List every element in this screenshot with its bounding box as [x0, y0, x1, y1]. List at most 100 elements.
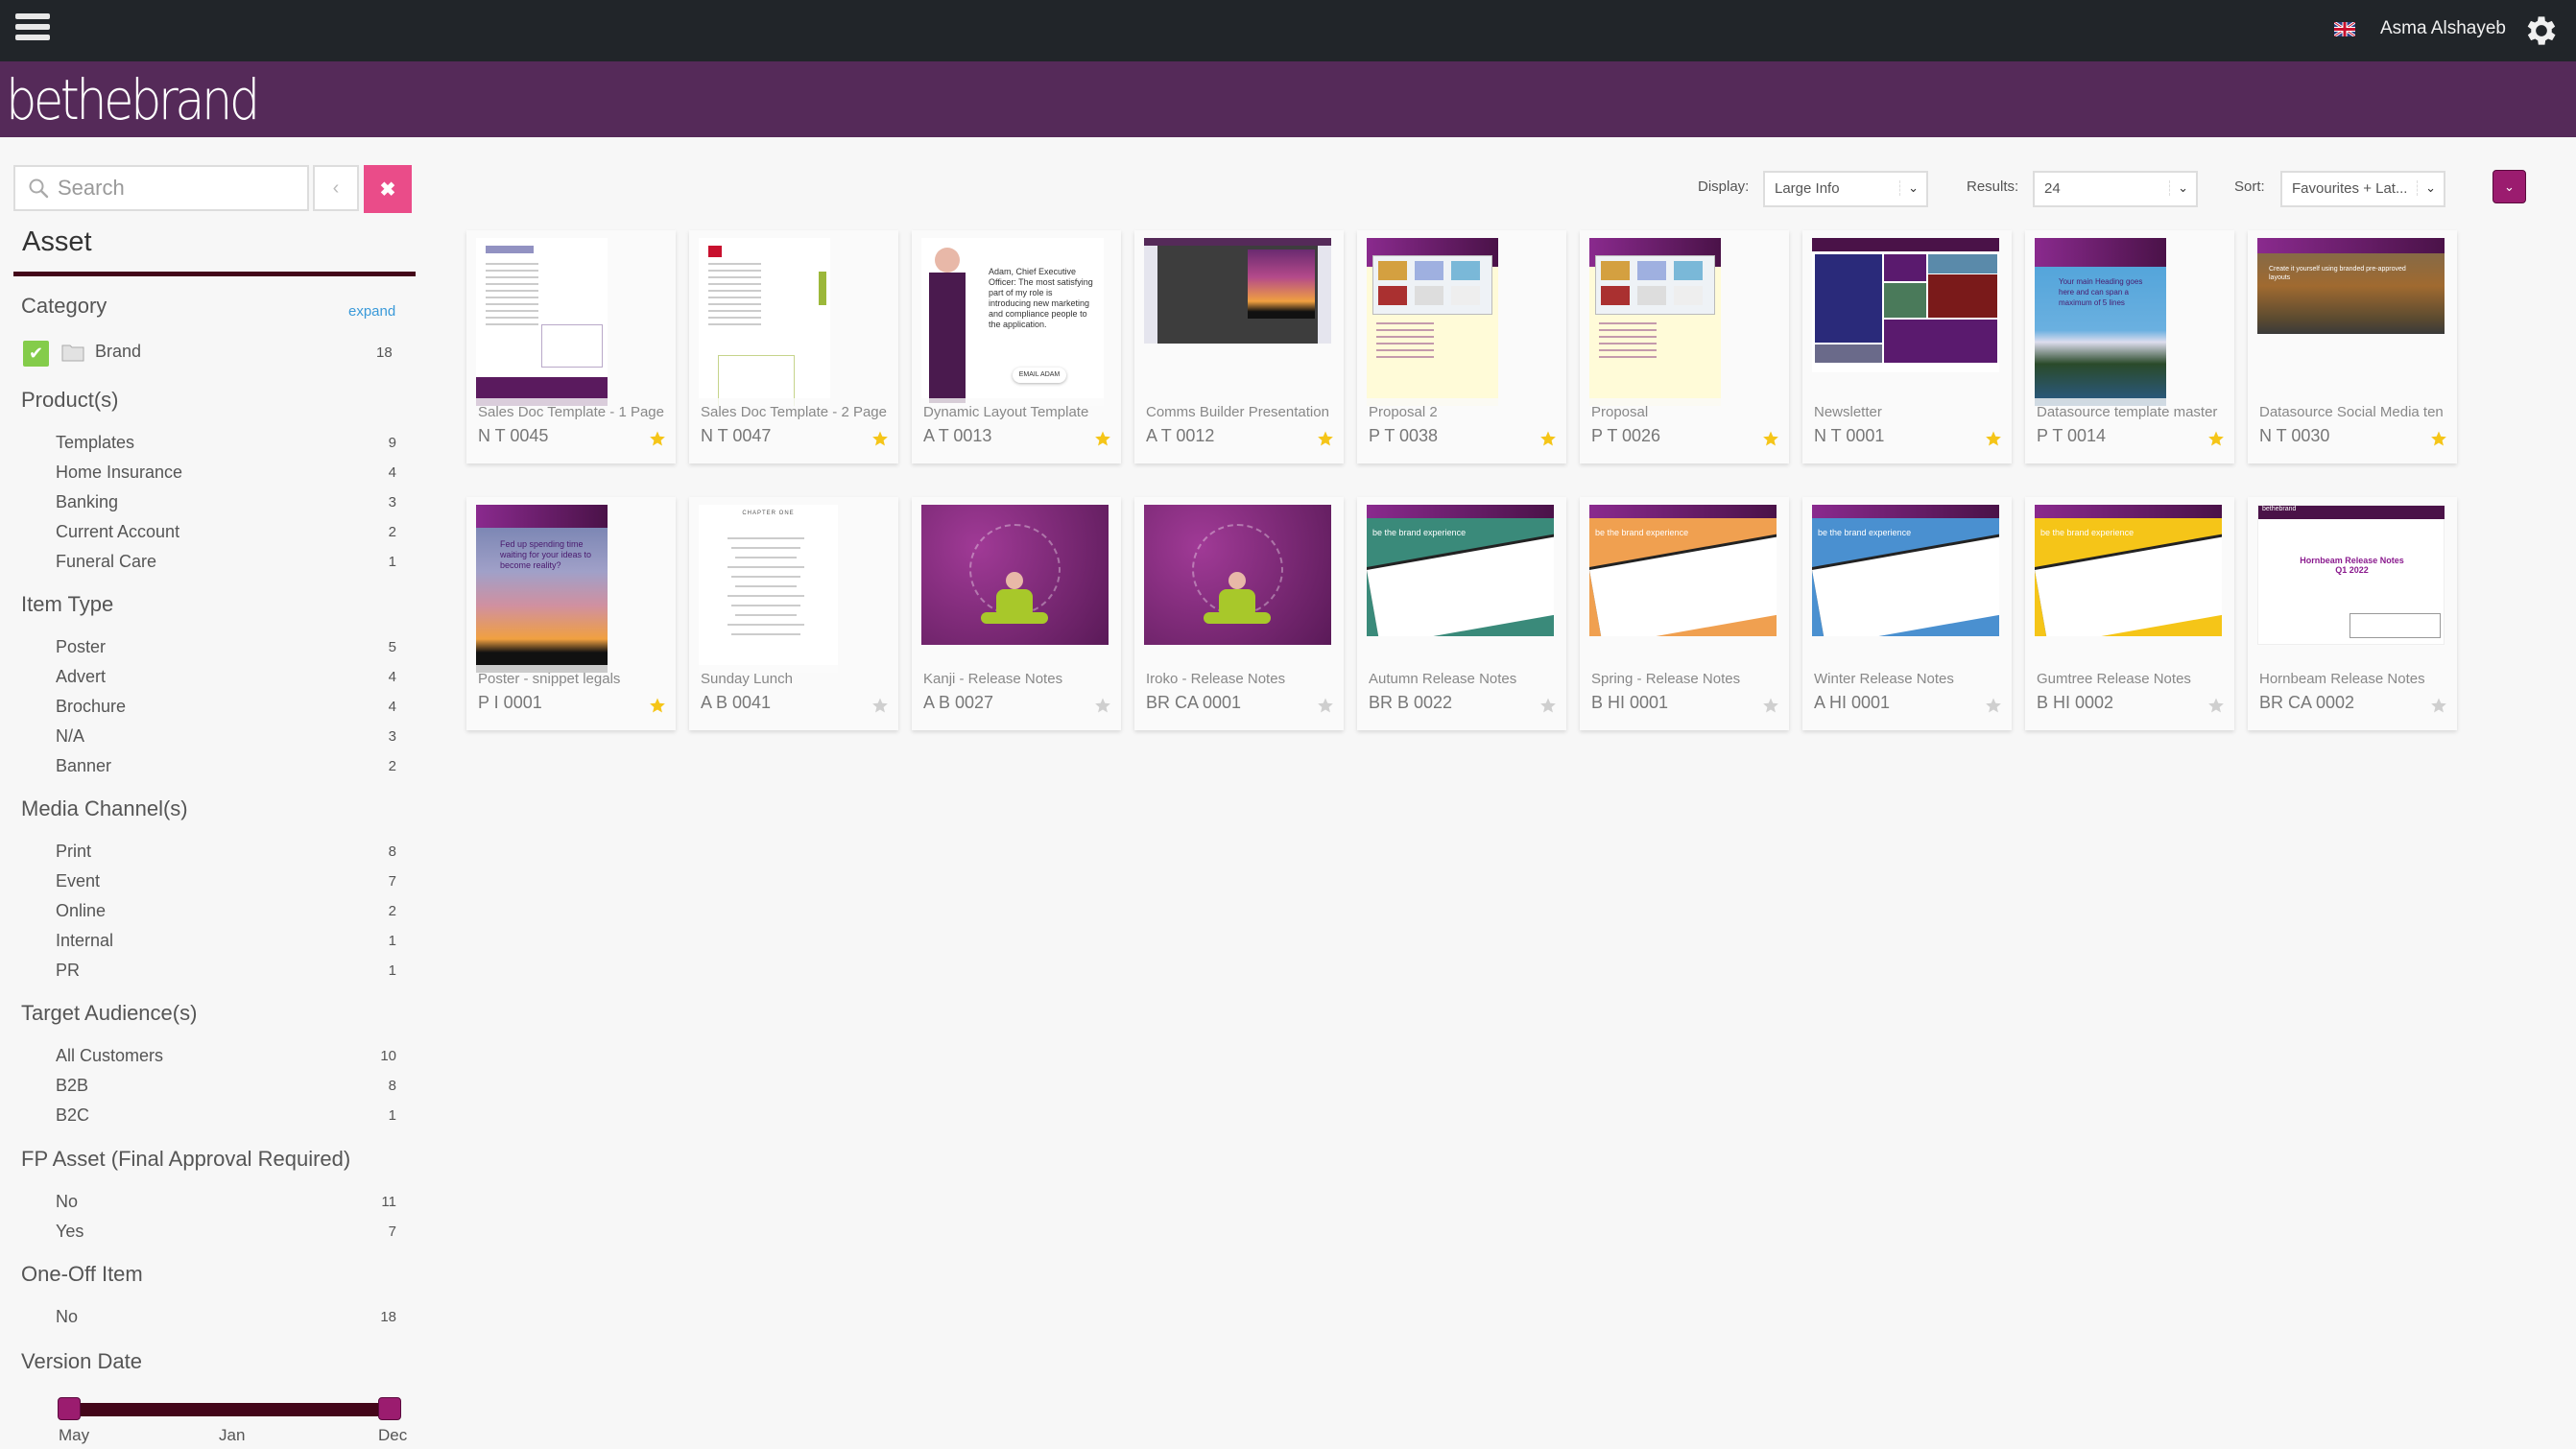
- asset-card[interactable]: Proposal 2 P T 0038: [1357, 230, 1566, 463]
- search-input[interactable]: [58, 173, 298, 203]
- star-filled-icon[interactable]: [1762, 430, 1779, 447]
- search-field[interactable]: [13, 165, 309, 211]
- asset-card[interactable]: bethebrand Hornbeam Release Notes Q1 2022…: [2248, 497, 2457, 730]
- user-name[interactable]: Asma Alshayeb: [2380, 18, 2506, 39]
- star-filled-icon[interactable]: [1985, 430, 2002, 447]
- asset-thumbnail[interactable]: Your main Heading goes here and can span…: [2035, 238, 2166, 406]
- asset-card[interactable]: Newsletter N T 0001: [1802, 230, 2012, 463]
- facet-item[interactable]: B2C 1: [56, 1105, 396, 1126]
- uk-flag-icon[interactable]: [2334, 22, 2355, 36]
- brand-checkbox[interactable]: ✔: [23, 341, 49, 367]
- asset-card[interactable]: be the brand experience Winter Release N…: [1802, 497, 2012, 730]
- facet-item[interactable]: Event 7: [56, 871, 396, 891]
- facet-item[interactable]: Online 2: [56, 901, 396, 921]
- display-select[interactable]: Large Info ⌄: [1763, 171, 1928, 207]
- facet-item[interactable]: Home Insurance 4: [56, 463, 396, 483]
- star-filled-icon[interactable]: [1539, 430, 1557, 447]
- star-outline-icon[interactable]: [1094, 697, 1111, 714]
- asset-card[interactable]: Sales Doc Template - 1 Page N T 0045: [466, 230, 676, 463]
- asset-card[interactable]: Iroko - Release Notes BR CA 0001: [1134, 497, 1344, 730]
- asset-thumbnail[interactable]: [476, 238, 608, 406]
- facet-item[interactable]: All Customers 10: [56, 1046, 396, 1066]
- star-filled-icon[interactable]: [1317, 430, 1334, 447]
- asset-thumbnail[interactable]: [921, 505, 1109, 645]
- star-outline-icon[interactable]: [2207, 697, 2225, 714]
- collapse-sidebar-button[interactable]: ‹: [313, 165, 359, 211]
- asset-thumbnail[interactable]: [1812, 238, 1999, 372]
- asset-code: P T 0026: [1591, 426, 1661, 445]
- facet-item[interactable]: Print 8: [56, 842, 396, 862]
- asset-card[interactable]: Fed up spending time waiting for your id…: [466, 497, 676, 730]
- asset-thumbnail[interactable]: be the brand experience: [1812, 505, 1999, 636]
- asset-card[interactable]: be the brand experience Spring - Release…: [1580, 497, 1789, 730]
- asset-card[interactable]: Your main Heading goes here and can span…: [2025, 230, 2234, 463]
- facet-item[interactable]: PR 1: [56, 961, 396, 981]
- asset-thumbnail[interactable]: be the brand experience: [1589, 505, 1777, 636]
- facet-item[interactable]: Poster 5: [56, 637, 396, 657]
- results-select[interactable]: 24 ⌄: [2033, 171, 2198, 207]
- asset-card[interactable]: CHAPTER ONE Sunday Lunch A B 0041: [689, 497, 898, 730]
- star-filled-icon[interactable]: [2430, 430, 2447, 447]
- star-filled-icon[interactable]: [649, 697, 666, 714]
- star-outline-icon[interactable]: [1985, 697, 2002, 714]
- asset-card[interactable]: Adam, Chief Executive Officer: The most …: [912, 230, 1121, 463]
- asset-thumbnail[interactable]: [1367, 238, 1498, 406]
- asset-thumbnail[interactable]: [1589, 238, 1721, 406]
- asset-thumbnail[interactable]: [1144, 238, 1331, 344]
- asset-card[interactable]: Kanji - Release Notes A B 0027: [912, 497, 1121, 730]
- asset-thumbnail[interactable]: CHAPTER ONE: [699, 505, 838, 673]
- asset-card[interactable]: be the brand experience Gumtree Release …: [2025, 497, 2234, 730]
- star-filled-icon[interactable]: [1094, 430, 1111, 447]
- brand-header: [0, 61, 2576, 137]
- asset-card[interactable]: Sales Doc Template - 2 Page N T 0047: [689, 230, 898, 463]
- facet-item[interactable]: Advert 4: [56, 667, 396, 687]
- asset-thumbnail[interactable]: Create it yourself using branded pre-app…: [2257, 238, 2445, 334]
- brand-logo[interactable]: bethebrand: [6, 67, 260, 132]
- asset-heading: Asset: [22, 226, 92, 257]
- slider-handle-end[interactable]: [378, 1397, 401, 1420]
- expand-category-link[interactable]: expand: [348, 303, 395, 320]
- slider-handle-start[interactable]: [58, 1397, 81, 1420]
- star-outline-icon[interactable]: [1317, 697, 1334, 714]
- asset-thumbnail[interactable]: [699, 238, 830, 406]
- facet-item[interactable]: B2B 8: [56, 1076, 396, 1096]
- facet-item[interactable]: Internal 1: [56, 931, 396, 951]
- facet-item[interactable]: No 18: [56, 1307, 396, 1327]
- star-filled-icon[interactable]: [871, 430, 889, 447]
- sort-select[interactable]: Favourites + Lat... ⌄: [2280, 171, 2445, 207]
- asset-code: B HI 0002: [2037, 693, 2114, 712]
- asset-card[interactable]: Proposal P T 0026: [1580, 230, 1789, 463]
- facet-item[interactable]: Banking 3: [56, 492, 396, 512]
- asset-thumbnail[interactable]: bethebrand Hornbeam Release Notes Q1 2022: [2257, 505, 2445, 645]
- version-date-slider[interactable]: [67, 1403, 399, 1416]
- facet-item[interactable]: Yes 7: [56, 1222, 396, 1242]
- star-outline-icon[interactable]: [871, 697, 889, 714]
- asset-thumbnail[interactable]: be the brand experience: [1367, 505, 1554, 636]
- asset-thumbnail[interactable]: Adam, Chief Executive Officer: The most …: [921, 238, 1104, 406]
- menu-button[interactable]: [15, 13, 50, 44]
- star-filled-icon[interactable]: [2207, 430, 2225, 447]
- facet-item[interactable]: N/A 3: [56, 726, 396, 747]
- asset-info: Iroko - Release Notes BR CA 0001: [1134, 665, 1344, 730]
- clear-filters-button[interactable]: ✖: [364, 165, 412, 213]
- facet-item[interactable]: Templates 9: [56, 433, 396, 453]
- toggle-options-button[interactable]: ⌄: [2493, 170, 2526, 203]
- star-outline-icon[interactable]: [2430, 697, 2447, 714]
- facet-item[interactable]: Funeral Care 1: [56, 552, 396, 572]
- asset-card[interactable]: be the brand experience Autumn Release N…: [1357, 497, 1566, 730]
- category-item-brand[interactable]: Brand: [95, 342, 141, 362]
- facet-item[interactable]: No 11: [56, 1192, 396, 1212]
- asset-thumbnail[interactable]: [1144, 505, 1331, 645]
- star-outline-icon[interactable]: [1539, 697, 1557, 714]
- asset-info: Poster - snippet legals P I 0001: [466, 665, 676, 730]
- facet-item[interactable]: Banner 2: [56, 756, 396, 776]
- star-outline-icon[interactable]: [1762, 697, 1779, 714]
- asset-card[interactable]: Create it yourself using branded pre-app…: [2248, 230, 2457, 463]
- asset-thumbnail[interactable]: Fed up spending time waiting for your id…: [476, 505, 608, 673]
- asset-card[interactable]: Comms Builder Presentation A T 0012: [1134, 230, 1344, 463]
- star-filled-icon[interactable]: [649, 430, 666, 447]
- facet-item[interactable]: Brochure 4: [56, 697, 396, 717]
- gear-icon[interactable]: [2522, 12, 2561, 50]
- asset-thumbnail[interactable]: be the brand experience: [2035, 505, 2222, 636]
- facet-item[interactable]: Current Account 2: [56, 522, 396, 542]
